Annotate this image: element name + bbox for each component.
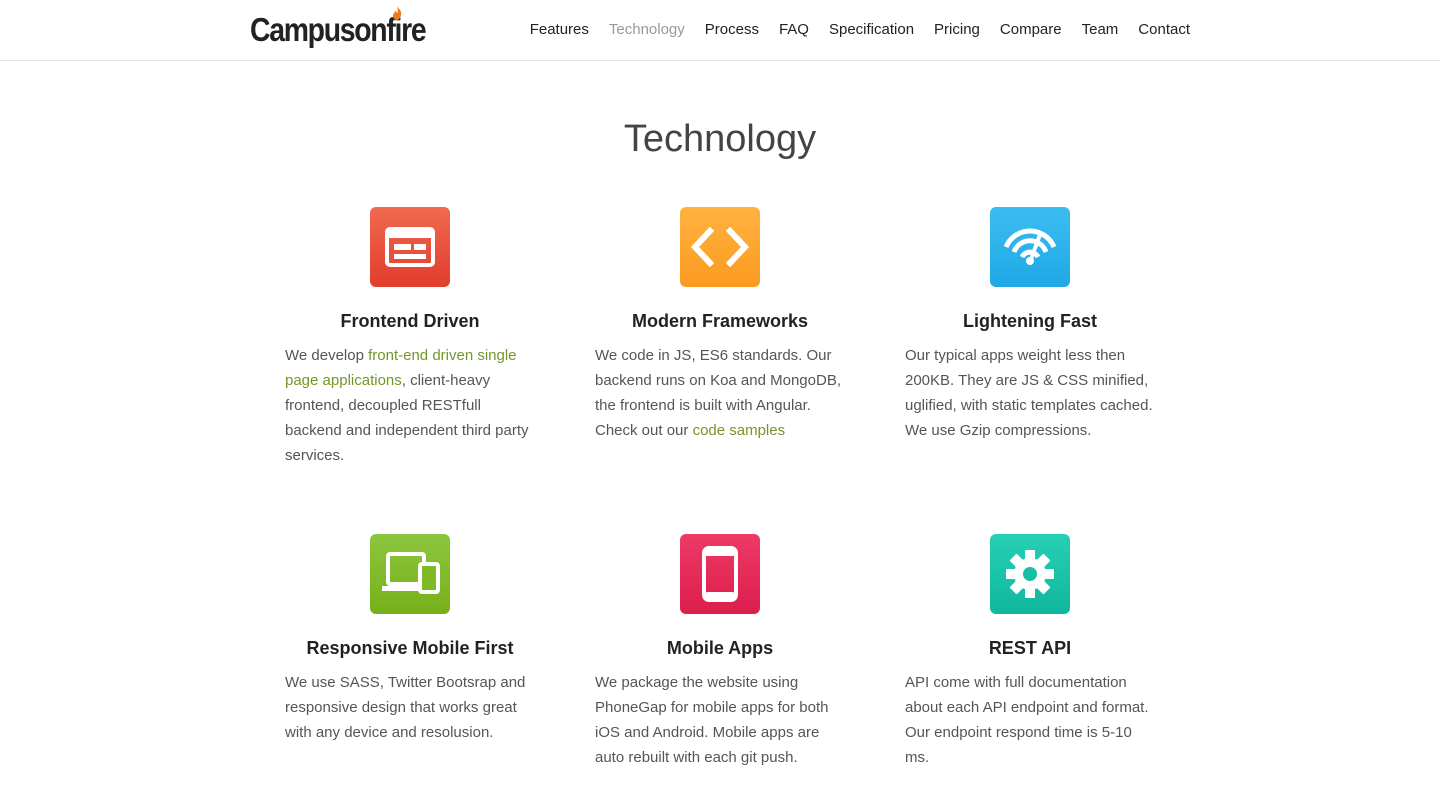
feature-lightening-fast: Lightening Fast Our typical apps weight … <box>905 207 1155 443</box>
section-title: Technology <box>623 118 817 160</box>
feature-icon-box <box>990 207 1070 287</box>
feature-description: We package the website using PhoneGap fo… <box>595 674 829 766</box>
browser-layout-icon <box>385 227 435 267</box>
feature-icon-box <box>370 534 450 614</box>
feature-title: Mobile Apps <box>666 638 774 658</box>
feature-title: REST API <box>988 638 1072 658</box>
feature-responsive-mobile-first: Responsive Mobile First We use SASS, Twi… <box>285 534 535 745</box>
brand-logo[interactable]: Campusonfire <box>250 6 454 52</box>
feature-title: Frontend Driven <box>340 311 480 331</box>
nav-technology[interactable]: Technology <box>609 21 685 38</box>
speedometer-icon <box>1003 228 1057 265</box>
feature-description: We use SASS, Twitter Bootsrap and respon… <box>285 674 526 741</box>
top-navbar: Campusonfire Features Technology Process… <box>0 0 1440 61</box>
feature-description: We code in JS, ES6 standards. Our backen… <box>595 347 841 439</box>
feature-mobile-apps: Mobile Apps We package the website using… <box>595 534 845 770</box>
feature-link[interactable]: code samples <box>693 422 786 439</box>
nav-compare[interactable]: Compare <box>1000 21 1062 38</box>
smartphone-icon <box>702 546 738 602</box>
feature-icon-box <box>370 207 450 287</box>
nav-team[interactable]: Team <box>1082 21 1119 38</box>
code-brackets-icon <box>690 227 750 267</box>
feature-rest-api: REST API API come with full documentatio… <box>905 534 1155 770</box>
feature-description: API come with full documentation about e… <box>905 674 1149 766</box>
nav-process[interactable]: Process <box>705 21 759 38</box>
nav-pricing[interactable]: Pricing <box>934 21 980 38</box>
feature-title: Modern Frameworks <box>631 311 809 331</box>
main-nav: Features Technology Process FAQ Specific… <box>530 0 1190 60</box>
nav-features[interactable]: Features <box>530 21 589 38</box>
feature-description: We develop front-end driven single page … <box>285 347 529 464</box>
feature-description: Our typical apps weight less then 200KB.… <box>905 347 1153 439</box>
nav-specification[interactable]: Specification <box>829 21 914 38</box>
nav-contact[interactable]: Contact <box>1138 21 1190 38</box>
feature-icon-box <box>680 207 760 287</box>
flame-icon <box>393 6 402 20</box>
nav-faq[interactable]: FAQ <box>779 21 809 38</box>
feature-frontend-driven: Frontend Driven We develop front-end dri… <box>285 207 535 468</box>
gear-icon <box>1006 550 1054 598</box>
devices-icon <box>382 552 440 594</box>
feature-modern-frameworks: Modern Frameworks We code in JS, ES6 sta… <box>595 207 845 443</box>
feature-icon-box <box>990 534 1070 614</box>
feature-icon-box <box>680 534 760 614</box>
feature-title: Responsive Mobile First <box>306 638 514 658</box>
feature-title: Lightening Fast <box>963 311 1097 331</box>
